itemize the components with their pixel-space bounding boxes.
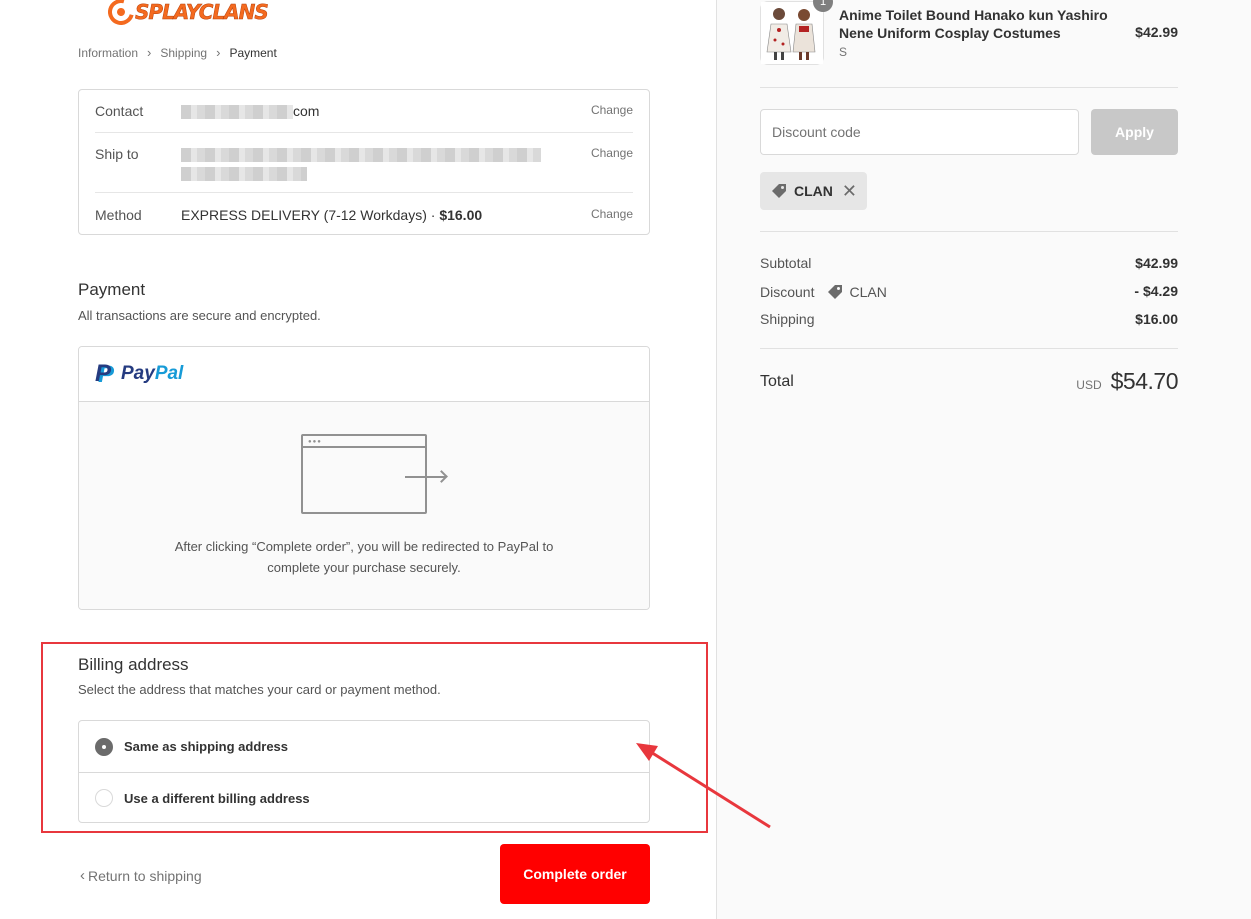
method-label: Method [95,207,142,223]
discount-code-input[interactable] [760,109,1079,155]
breadcrumb-information[interactable]: Information [78,46,138,60]
divider [760,348,1178,349]
divider [760,87,1178,88]
total-label: Total [760,372,794,390]
payment-subtitle: All transactions are secure and encrypte… [78,308,321,323]
review-summary-box: Contact com Change Ship to Change Method… [78,89,650,235]
product-name: Anime Toilet Bound Hanako kun Yashiro Ne… [839,7,1108,41]
breadcrumb-shipping[interactable]: Shipping [160,46,207,60]
apply-discount-button[interactable]: Apply [1091,109,1178,155]
review-contact-row: Contact com Change [95,103,633,120]
product-image [761,2,823,64]
currency-code: USD [1076,378,1102,392]
review-ship-to-row: Ship to Change [95,146,633,182]
logo-text: SPLAYCLANS [135,0,269,24]
breadcrumb: Information › Shipping › Payment [78,45,277,60]
discount-code: CLAN [849,284,887,300]
store-logo[interactable]: SPLAYCLANS [103,0,269,30]
logo-mark-icon [103,0,139,30]
shipping-label: Shipping [760,311,815,327]
divider [760,231,1178,232]
return-to-shipping-link[interactable]: ‹ Return to shipping [80,867,202,884]
applied-discount-chip: CLAN ✕ [760,172,867,210]
browser-window-icon: ●●● [301,434,427,514]
product-variant: S [839,45,848,59]
billing-option-label: Same as shipping address [124,739,289,754]
remove-discount-close-icon[interactable]: ✕ [842,182,857,200]
paypal-payment-box: P P Pay Pal ●●● After clicking “Complete … [78,346,650,610]
billing-title: Billing address [78,655,189,674]
billing-option-label: Use a different billing address [124,790,310,806]
applied-discount-code: CLAN [794,183,833,199]
billing-option-same[interactable]: Same as shipping address [79,721,649,772]
breadcrumb-payment: Payment [229,45,277,60]
chevron-right-icon: › [147,45,152,60]
paypal-icon: P P [95,360,115,388]
total-value: $54.70 [1110,368,1179,394]
subtotal-row: Subtotal $42.99 [760,255,1178,271]
change-ship-to-link[interactable]: Change [591,146,633,181]
chevron-left-icon: ‹ [80,867,85,884]
product-thumbnail: 1 [760,0,833,65]
billing-subtitle: Select the address that matches your car… [78,682,441,697]
ship-to-label: Ship to [95,146,139,162]
method-value: EXPRESS DELIVERY (7-12 Workdays) · $16.0… [181,207,483,223]
contact-value: com [181,103,591,120]
total-row: Total USD $54.70 [760,368,1179,395]
redacted-address [181,148,541,163]
contact-label: Contact [95,103,144,119]
billing-address-options: Same as shipping address Use a different… [78,720,650,823]
shipping-value: $16.00 [1135,311,1178,327]
redacted-email [181,105,293,120]
tag-icon [770,182,788,200]
paypal-header[interactable]: P P Pay Pal [79,347,649,402]
shipping-row: Shipping $16.00 [760,311,1178,327]
product-price: $42.99 [1135,24,1178,40]
redacted-address [181,167,307,182]
chevron-right-icon: › [216,45,221,60]
arrow-right-icon [405,476,445,478]
tag-icon [826,283,844,301]
radio-different-address[interactable] [95,789,113,807]
annotation-arrow-icon [636,743,771,829]
paypal-logo: P P Pay Pal [95,360,184,388]
change-method-link[interactable]: Change [591,207,633,223]
review-method-row: Method EXPRESS DELIVERY (7-12 Workdays) … [95,207,633,223]
billing-option-different[interactable]: Use a different billing address [79,772,649,823]
discount-value: - $4.29 [1134,283,1178,299]
divider [95,132,633,133]
paypal-redirect-info: ●●● After clicking “Complete order”, you… [79,402,649,609]
redirect-message: After clicking “Complete order”, you wil… [174,539,554,575]
subtotal-value: $42.99 [1135,255,1178,271]
discount-row: Discount CLAN - $4.29 [760,283,1178,301]
divider [95,192,633,193]
complete-order-button[interactable]: Complete order [500,844,650,904]
ship-to-value [181,146,591,182]
payment-title: Payment [78,280,146,299]
radio-same-as-shipping[interactable] [95,737,113,756]
change-contact-link[interactable]: Change [591,103,633,119]
subtotal-label: Subtotal [760,255,812,271]
discount-label: Discount [760,284,815,300]
